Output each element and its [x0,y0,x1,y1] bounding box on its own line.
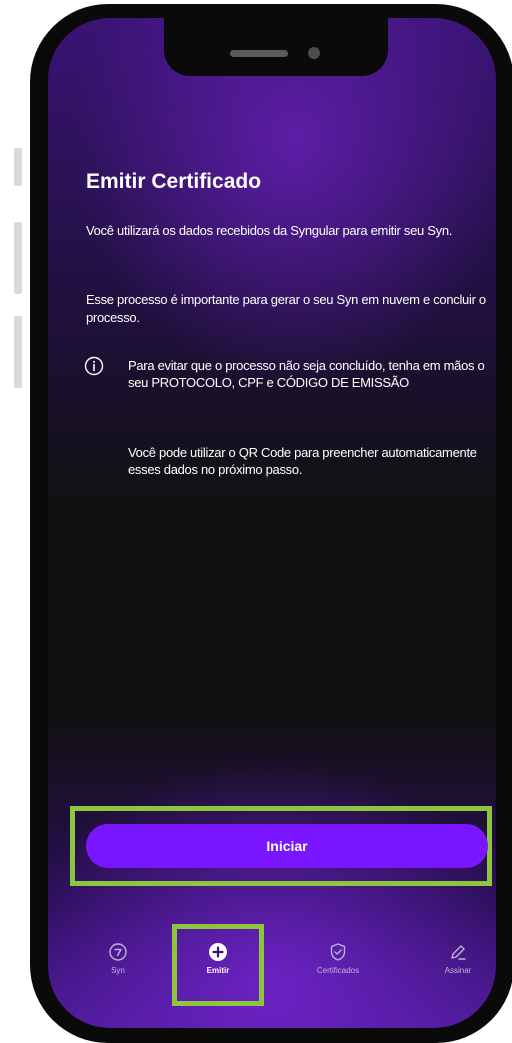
phone-volume-down-button [14,316,22,388]
nav-label-emitir: Emitir [206,966,230,975]
phone-frame: Emitir Certificado Você utilizará os dad… [30,4,512,1043]
intro-paragraph: Você utilizará os dados recebidos da Syn… [86,223,453,238]
speaker-grille [230,50,288,57]
nav-item-assinar[interactable]: Assinar [416,942,496,975]
nav-item-syn[interactable]: Syn [76,942,160,975]
front-camera [308,47,320,59]
page-title: Emitir Certificado [86,170,262,193]
phone-volume-up-button [14,222,22,294]
qr-code-note: Você pode utilizar o QR Code para preenc… [128,445,477,477]
shield-icon [330,943,346,961]
info-icon [84,356,104,376]
plus-circle-icon [209,943,227,961]
nav-item-emitir[interactable]: Emitir [176,942,260,975]
phone-notch [164,18,388,76]
app-screen: Emitir Certificado Você utilizará os dad… [48,18,496,1028]
syn-icon [109,943,127,961]
pen-icon [451,945,466,960]
process-paragraph: Esse processo é importante para gerar o … [86,292,486,325]
nav-item-certificados[interactable]: Certificados [296,942,380,975]
nav-label-syn: Syn [111,966,125,975]
info-note: Para evitar que o processo não seja conc… [128,358,485,390]
start-button[interactable]: Iniciar [86,824,488,868]
nav-label-certificados: Certificados [316,966,360,975]
nav-label-assinar: Assinar [444,966,472,975]
phone-side-button [14,148,22,186]
